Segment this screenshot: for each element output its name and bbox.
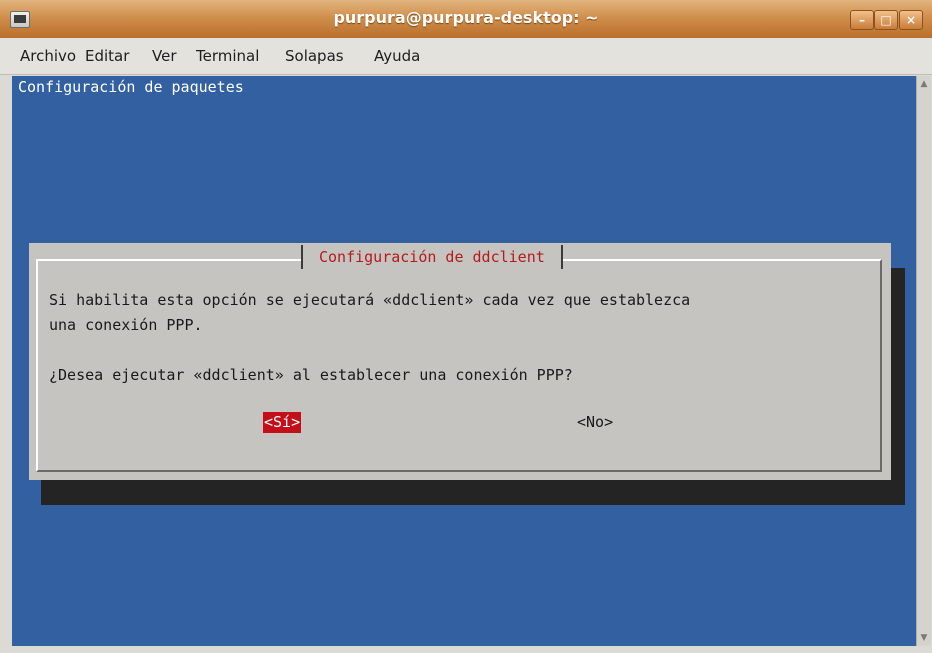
backtitle: Configuración de paquetes bbox=[18, 78, 244, 96]
title-bar[interactable]: purpura@purpura-desktop: ~ – □ × bbox=[0, 0, 932, 39]
menu-editar[interactable]: Editar bbox=[85, 47, 129, 65]
vertical-scrollbar[interactable]: ▲ ▼ bbox=[916, 76, 931, 646]
menu-archivo[interactable]: Archivo bbox=[20, 47, 76, 65]
maximize-button[interactable]: □ bbox=[874, 10, 898, 30]
ddclient-dialog: Configuración de ddclient Si habilita es… bbox=[29, 243, 891, 480]
menu-ayuda[interactable]: Ayuda bbox=[374, 47, 420, 65]
close-button[interactable]: × bbox=[899, 10, 923, 30]
menu-ver[interactable]: Ver bbox=[152, 47, 177, 65]
menu-bar: Archivo Editar Ver Terminal Solapas Ayud… bbox=[0, 38, 932, 75]
dialog-text-line-2: una conexión PPP. bbox=[49, 316, 203, 334]
dialog-question: ¿Desea ejecutar «ddclient» al establecer… bbox=[49, 366, 573, 384]
no-button[interactable]: <No> bbox=[577, 412, 613, 433]
scroll-up-arrow-icon[interactable]: ▲ bbox=[917, 78, 931, 90]
yes-button[interactable]: <Sí> bbox=[263, 412, 302, 433]
minimize-button[interactable]: – bbox=[850, 10, 874, 30]
dialog-title: Configuración de ddclient bbox=[301, 245, 563, 269]
scroll-down-arrow-icon[interactable]: ▼ bbox=[917, 632, 931, 644]
terminal-window: purpura@purpura-desktop: ~ – □ × Archivo… bbox=[0, 0, 932, 653]
window-title: purpura@purpura-desktop: ~ bbox=[333, 8, 599, 27]
menu-terminal[interactable]: Terminal bbox=[196, 47, 259, 65]
menu-solapas[interactable]: Solapas bbox=[285, 47, 344, 65]
dialog-text-line-1: Si habilita esta opción se ejecutará «dd… bbox=[49, 291, 691, 309]
